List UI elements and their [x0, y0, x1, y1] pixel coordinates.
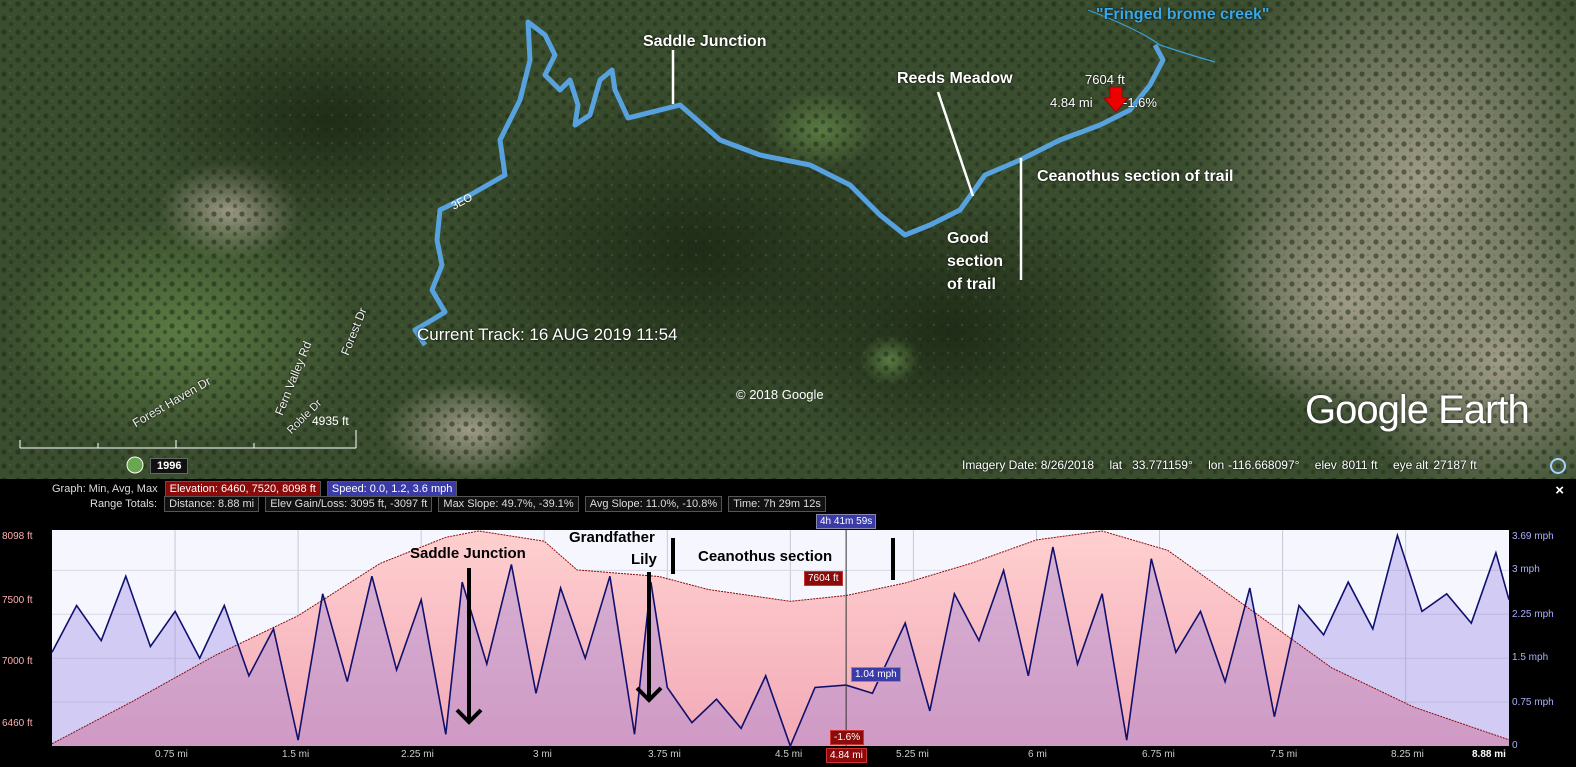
status-bar: Imagery Date: 8/26/2018 lat 33.771159° lo… [962, 458, 1489, 472]
good-section-label-2: section [947, 253, 1004, 270]
graph-label: Graph: Min, Avg, Max [52, 483, 158, 495]
y-left-tick-3: 6460 ft [2, 718, 33, 729]
marker-elevation: 7604 ft [1085, 72, 1125, 87]
eye-alt-label: eye alt [1392, 458, 1429, 472]
y-right-tick-5: 0 [1512, 740, 1518, 751]
y-left-tick-0: 8098 ft [2, 531, 33, 542]
range-totals-label: Range Totals: [90, 498, 158, 510]
good-section-label-3: of trail [947, 276, 996, 293]
y-right-tick-0: 3.69 mph [1512, 531, 1554, 542]
imagery-date: Imagery Date: 8/26/2018 [962, 458, 1095, 472]
x-tick-7: 6 mi [1028, 749, 1047, 760]
time-total: Time: 7h 29m 12s [728, 496, 826, 512]
copyright-text: © 2018 Google [736, 387, 824, 402]
current-track-label[interactable]: Current Track: 16 AUG 2019 11:54 [417, 325, 678, 345]
graph-info-row: Graph: Min, Avg, Max Elevation: 6460, 75… [52, 481, 460, 497]
y-right-tick-4: 0.75 mph [1512, 697, 1554, 708]
x-tick-1: 1.5 mi [282, 749, 310, 760]
close-icon[interactable]: × [1555, 482, 1564, 499]
range-totals-row: Range Totals: Distance: 8.88 mi Elev Gai… [90, 496, 829, 512]
avg-slope-total: Avg Slope: 11.0%, -10.8% [584, 496, 723, 512]
lon-label: lon [1208, 458, 1225, 472]
elev-value: 8011 ft [1341, 458, 1378, 472]
distance-total: Distance: 8.88 mi [164, 496, 260, 512]
elev-gain-total: Elev Gain/Loss: 3095 ft, -3097 ft [265, 496, 433, 512]
cursor-slope-tag: -1.6% [830, 730, 865, 745]
y-right-tick-2: 2.25 mph [1512, 609, 1554, 620]
x-tick-8: 6.75 mi [1142, 749, 1175, 760]
saddle-junction-label: Saddle Junction [643, 33, 767, 50]
x-tick-6: 5.25 mi [896, 749, 929, 760]
annotation-saddle-junction: Saddle Junction [410, 545, 526, 562]
y-right-tick-3: 1.5 mph [1512, 652, 1549, 663]
x-tick-4: 3.75 mi [648, 749, 681, 760]
map-view[interactable]: "Fringed brome creek" Saddle Junction Re… [0, 0, 1576, 479]
annotation-grandfather: Grandfather [569, 529, 655, 546]
marker-slope: -1.6% [1123, 95, 1157, 110]
historical-year-button[interactable]: 1996 [150, 458, 189, 474]
x-tick-3: 3 mi [533, 749, 552, 760]
ceanothus-trail-label: Ceanothus section of trail [1037, 168, 1234, 185]
annotation-ceanothus: Ceanothus section [698, 548, 833, 565]
eye-alt-value: 27187 ft [1433, 458, 1477, 472]
marker-distance: 4.84 mi [1050, 95, 1093, 110]
annotation-lily: Lily [631, 551, 657, 568]
y-right-tick-1: 3 mph [1512, 564, 1540, 575]
x-tick-5: 4.5 mi [775, 749, 803, 760]
x-tick-9: 7.5 mi [1270, 749, 1298, 760]
cursor-speed-tag: 1.04 mph [851, 667, 901, 682]
x-tick-11: 8.88 mi [1472, 749, 1506, 760]
elev-label: elev [1314, 458, 1337, 472]
max-slope-total: Max Slope: 49.7%, -39.1% [438, 496, 579, 512]
good-section-label-1: Good [947, 230, 989, 247]
lat-value: 33.771159° [1132, 458, 1193, 472]
elevation-stats-button[interactable]: Elevation: 6460, 7520, 8098 ft [164, 481, 321, 497]
lon-value: -116.668097° [1228, 458, 1300, 472]
y-left-tick-1: 7500 ft [2, 595, 33, 606]
x-tick-0: 0.75 mi [155, 749, 188, 760]
google-earth-logo: Google Earth [1305, 388, 1530, 432]
x-tick-2: 2.25 mi [401, 749, 434, 760]
cursor-elevation-tag: 7604 ft [804, 571, 843, 586]
speed-stats-button[interactable]: Speed: 0.0, 1.2, 3.6 mph [326, 481, 458, 497]
cursor-distance-tag: 4.84 mi [826, 748, 867, 763]
reeds-meadow-label: Reeds Meadow [897, 70, 1013, 87]
scale-label: 4935 ft [312, 414, 349, 428]
creek-label: "Fringed brome creek" [1096, 6, 1270, 23]
y-left-tick-2: 7000 ft [2, 656, 33, 667]
cursor-time-tag: 4h 41m 59s [816, 514, 877, 529]
lat-label: lat [1109, 458, 1123, 472]
x-tick-10: 8.25 mi [1391, 749, 1424, 760]
